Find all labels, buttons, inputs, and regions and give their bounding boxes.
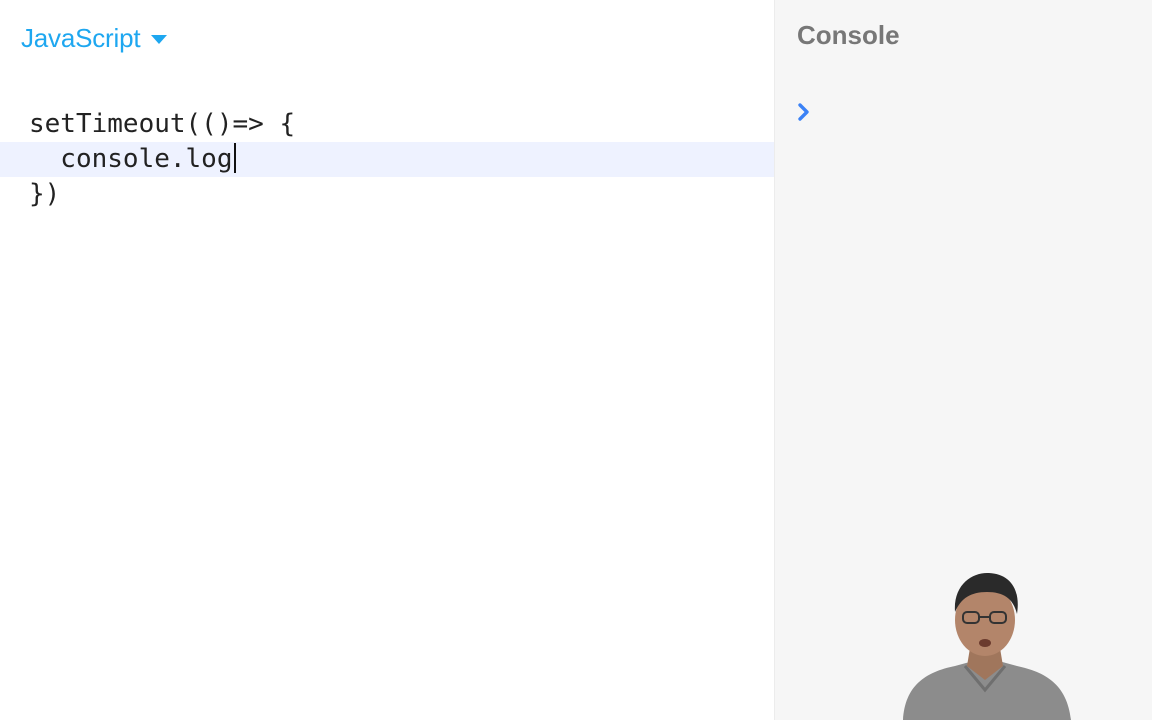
code-line-1[interactable]: setTimeout(()=> { (0, 107, 774, 142)
editor-pane: JavaScript setTimeout(()=> { console.log… (0, 0, 774, 720)
console-input[interactable] (795, 95, 1135, 129)
presenter-video-icon (903, 572, 1071, 720)
app-window: JavaScript setTimeout(()=> { console.log… (0, 0, 1152, 720)
code-line-text: console.log (29, 144, 233, 174)
code-line-text: setTimeout(()=> { (29, 109, 296, 139)
code-editor[interactable]: setTimeout(()=> { console.log }) (0, 107, 774, 212)
caret-down-icon (151, 35, 168, 44)
code-line-3[interactable]: }) (0, 177, 774, 212)
language-label: JavaScript (21, 22, 141, 53)
code-line-2-active[interactable]: console.log (0, 142, 774, 177)
code-line-text: }) (29, 179, 61, 209)
chevron-right-icon (798, 103, 809, 121)
console-title: Console (797, 20, 900, 50)
text-cursor (233, 142, 236, 173)
language-selector[interactable]: JavaScript (21, 20, 168, 56)
